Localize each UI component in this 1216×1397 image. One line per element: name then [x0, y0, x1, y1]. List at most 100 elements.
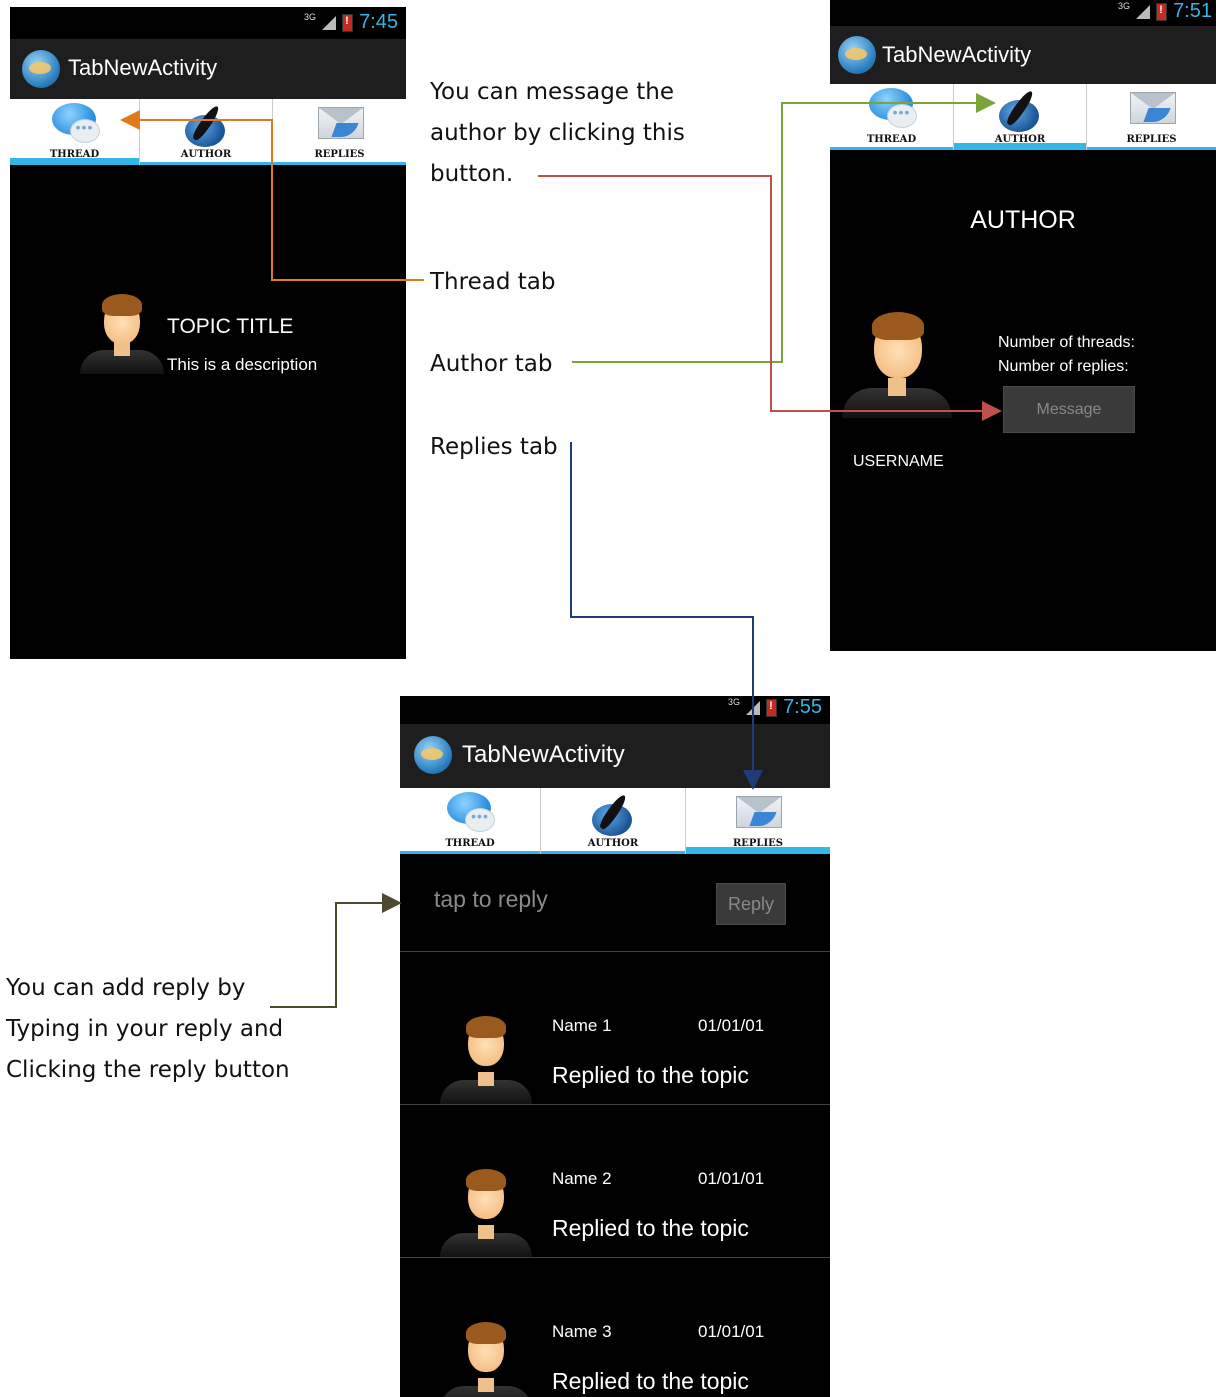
status-clock: 7:51 [1173, 0, 1212, 22]
action-bar: TabNewActivity [400, 724, 830, 788]
action-bar: TabNewActivity [10, 39, 406, 99]
message-annotation-line: button. [430, 161, 514, 187]
tab-author[interactable]: AUTHOR [954, 84, 1087, 150]
reply-date: 01/01/01 [698, 1016, 765, 1035]
tab-selected-indicator [954, 143, 1086, 150]
topic-author-avatar [80, 290, 164, 374]
tab-thread[interactable]: ••• THREAD [10, 99, 140, 165]
tab-thread[interactable]: ••• THREAD [830, 84, 954, 150]
battery-alert-icon [342, 13, 354, 32]
tab-replies[interactable]: REPLIES [273, 99, 406, 165]
reply-date: 01/01/01 [698, 1322, 765, 1341]
list-item[interactable]: Name 1 01/01/01 Replied to the topic [400, 952, 830, 1104]
app-logo-icon [22, 50, 60, 88]
tab-replies-label: REPLIES [1126, 134, 1177, 145]
author-tab-annotation: Author tab [430, 351, 553, 377]
signal-icon [746, 700, 761, 715]
signal-icon [322, 15, 337, 30]
topic-description: This is a description [167, 355, 318, 374]
tab-bar: ••• THREAD AUTHOR REPLIES [400, 788, 830, 854]
chat-bubble-icon: ••• [868, 88, 917, 128]
action-bar: TabNewActivity [830, 26, 1216, 84]
envelope-reply-icon [1128, 88, 1176, 132]
envelope-reply-icon [316, 103, 364, 147]
chat-bubble-icon: ••• [447, 792, 495, 832]
tab-indicator [400, 851, 540, 854]
tab-bar: ••• THREAD AUTHOR REPLIES [830, 84, 1216, 150]
network-3g-icon: 3G [728, 696, 741, 707]
tab-indicator [541, 851, 685, 854]
chat-bubble-icon: ••• [51, 103, 100, 143]
tab-author[interactable]: AUTHOR [541, 788, 686, 854]
tab-thread-label: THREAD [445, 838, 495, 849]
replies-tab-annotation: Replies tab [430, 434, 558, 460]
app-logo-icon [414, 736, 452, 774]
thread-screen: 3G 7:45 TabNewActivity ••• THREAD AUTHOR… [10, 7, 406, 659]
reply-text: Replied to the topic [552, 1368, 749, 1394]
thread-tab-annotation: Thread tab [430, 269, 556, 295]
quill-icon [183, 103, 229, 149]
reply-input[interactable]: tap to reply [434, 886, 548, 913]
author-username: USERNAME [853, 453, 944, 470]
list-item[interactable]: Name 2 01/01/01 Replied to the topic [400, 1105, 830, 1257]
tab-author[interactable]: AUTHOR [140, 99, 273, 165]
reply-author-name: Name 1 [552, 1016, 612, 1035]
author-screen: 3G 7:51 TabNewActivity ••• THREAD AUTHOR… [830, 0, 1216, 651]
status-bar: 3G 7:55 [400, 696, 830, 724]
battery-alert-icon [766, 698, 778, 717]
message-button[interactable]: Message [1003, 386, 1135, 433]
app-title: TabNewActivity [462, 741, 625, 768]
tab-thread-label: THREAD [866, 134, 917, 145]
reply-date: 01/01/01 [698, 1169, 765, 1188]
status-clock: 7:45 [359, 11, 398, 33]
app-title: TabNewActivity [882, 42, 1032, 67]
app-title: TabNewActivity [68, 55, 218, 80]
app-logo-icon [838, 36, 876, 74]
tab-selected-indicator [10, 158, 139, 165]
message-annotation: You can message the author by clicking t… [430, 72, 685, 195]
reply-avatar [440, 1165, 532, 1257]
tab-indicator [830, 147, 953, 150]
network-3g-icon: 3G [1118, 0, 1131, 11]
reply-text: Replied to the topic [552, 1215, 749, 1241]
tab-indicator [1087, 147, 1216, 150]
tab-indicator [140, 162, 272, 165]
reply-author-name: Name 3 [552, 1322, 612, 1341]
replies-count-label: Number of replies: [998, 358, 1129, 375]
tab-bar: ••• THREAD AUTHOR REPLIES [10, 99, 406, 165]
reply-avatar [440, 1318, 532, 1397]
topic-title: TOPIC TITLE [167, 315, 294, 338]
tab-selected-indicator [686, 847, 830, 854]
envelope-reply-icon [734, 792, 782, 836]
reply-annotation-line: You can add reply by [6, 975, 246, 1001]
tab-thread[interactable]: ••• THREAD [400, 788, 541, 854]
network-3g-icon: 3G [304, 11, 317, 22]
tab-indicator [273, 162, 406, 165]
quill-icon [997, 88, 1043, 134]
author-heading: AUTHOR [970, 206, 1076, 234]
list-item[interactable]: Name 3 01/01/01 Replied to the topic [400, 1258, 830, 1397]
tab-replies-label: REPLIES [314, 149, 365, 160]
tab-author-label: AUTHOR [180, 149, 232, 160]
status-clock: 7:55 [783, 696, 822, 718]
status-bar: 3G 7:51 [830, 0, 1216, 26]
signal-icon [1136, 4, 1151, 19]
reply-button[interactable]: Reply [716, 883, 786, 925]
quill-icon [590, 792, 636, 838]
tab-replies[interactable]: REPLIES [686, 788, 830, 854]
reply-text: Replied to the topic [552, 1062, 749, 1088]
reply-annotation-line: Clicking the reply button [6, 1057, 290, 1083]
tab-replies[interactable]: REPLIES [1087, 84, 1216, 150]
message-annotation-line: You can message the [430, 79, 675, 105]
reply-annotation: You can add reply by Typing in your repl… [6, 968, 290, 1091]
author-avatar [842, 308, 952, 418]
status-bar: 3G 7:45 [10, 7, 406, 39]
tab-author-label: AUTHOR [587, 838, 639, 849]
battery-alert-icon [1156, 2, 1168, 21]
threads-count-label: Number of threads: [998, 334, 1135, 351]
message-annotation-line: author by clicking this [430, 120, 685, 146]
replies-screen: 3G 7:55 TabNewActivity ••• THREAD AUTHOR… [400, 696, 830, 1397]
reply-annotation-line: Typing in your reply and [6, 1016, 284, 1042]
reply-avatar [440, 1012, 532, 1104]
reply-author-name: Name 2 [552, 1169, 612, 1188]
